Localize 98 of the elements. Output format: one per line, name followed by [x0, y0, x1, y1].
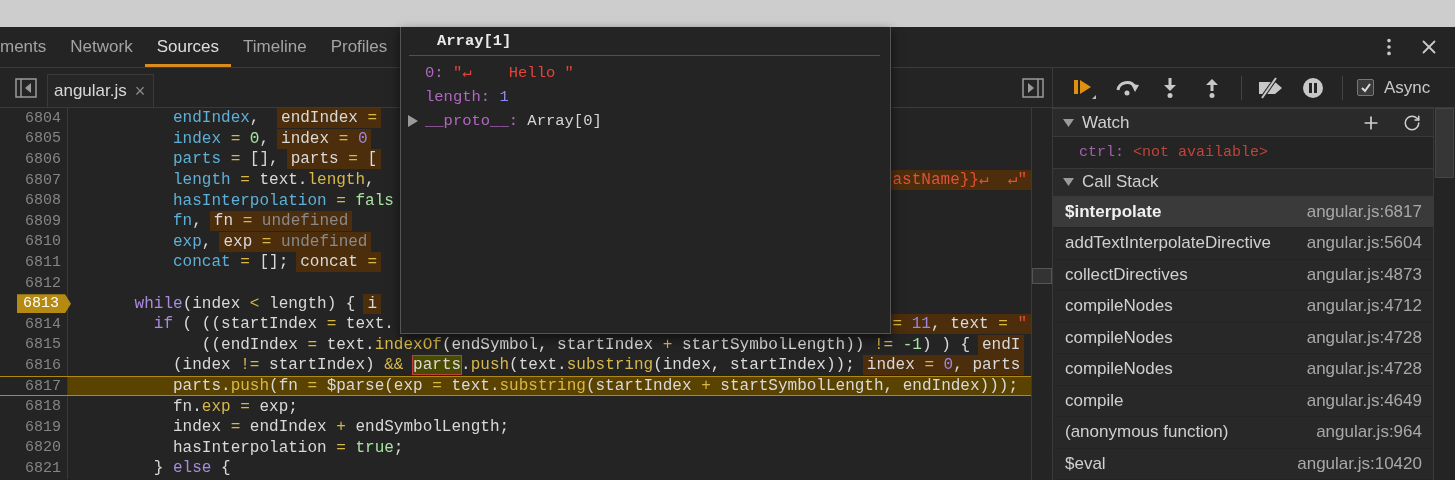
- hovered-token[interactable]: parts: [413, 356, 462, 375]
- line-number: 6820: [25, 439, 61, 457]
- line-number: 6818: [25, 398, 61, 416]
- code-text: endIndex,: [172, 109, 261, 128]
- source-location[interactable]: angular.js:4873: [1306, 264, 1422, 285]
- inline-value: index = 0, parts: [862, 355, 1025, 376]
- code-text: hasInterpolation = fals: [172, 191, 394, 210]
- call-stack-frame[interactable]: compileNodes angular.js:4712: [1053, 291, 1433, 323]
- popover-title: Array[1]: [436, 31, 512, 52]
- call-stack-frame[interactable]: compile angular.js:4649: [1053, 385, 1433, 417]
- line-number: 6807: [25, 171, 61, 189]
- source-location[interactable]: angular.js:6817: [1306, 201, 1422, 222]
- navigator-toggle-icon[interactable]: [15, 77, 37, 98]
- code-text: } else {: [152, 459, 231, 478]
- source-location[interactable]: angular.js:4712: [1306, 296, 1422, 317]
- inline-value: i: [363, 293, 382, 314]
- call-stack-frame[interactable]: compileNodes angular.js:4728: [1053, 322, 1433, 354]
- function-name: compile: [1065, 390, 1124, 411]
- expand-arrow-icon[interactable]: [408, 115, 418, 128]
- call-stack-frame[interactable]: collectDirectives angular.js:4873: [1053, 259, 1433, 291]
- section-title: Watch: [1082, 112, 1130, 133]
- property: __proto__: Array[0]: [425, 112, 602, 131]
- line-number: 6817: [25, 377, 61, 395]
- source-location[interactable]: angular.js:4728: [1306, 359, 1422, 380]
- panel-tab[interactable]: Profiles: [318, 27, 400, 67]
- inline-value: index = 0: [277, 128, 372, 149]
- line-number: 6811: [25, 253, 61, 271]
- panel-tab[interactable]: ments: [0, 27, 59, 67]
- function-name: $interpolate: [1065, 201, 1162, 222]
- file-tab[interactable]: angular.js ×: [47, 74, 155, 107]
- line-number: 6821: [25, 459, 61, 477]
- line-number: 6814: [25, 315, 61, 333]
- line-number: 6812: [25, 274, 61, 292]
- function-name: addTextInterpolateDirective: [1065, 233, 1271, 254]
- line-number: 6810: [25, 233, 61, 251]
- code-text: (index != startIndex) &&: [172, 356, 405, 375]
- line-number: 6815: [25, 336, 61, 354]
- code-text: .push(text.substring(index, startIndex));: [461, 356, 855, 375]
- expand-triangle-icon[interactable]: [1063, 117, 1074, 128]
- function-name: compileNodes: [1065, 296, 1173, 317]
- code-text: parts.push(fn = $parse(exp = text.substring(startIndex + startSymbolLength, endIndex)));: [172, 377, 1018, 395]
- watch-header[interactable]: Watch: [1053, 108, 1433, 137]
- code-text: index = 0,: [172, 129, 270, 148]
- scrollbar[interactable]: [1031, 108, 1052, 480]
- call-stack-frame[interactable]: (anonymous function) angular.js:964: [1053, 417, 1433, 449]
- code-text: exp,: [172, 232, 212, 251]
- section-title: Call Stack: [1082, 172, 1159, 192]
- code-text: length = text.length,: [172, 171, 375, 190]
- line-number: 6819: [25, 418, 61, 436]
- line-number: 6806: [25, 151, 61, 168]
- call-stack-frame[interactable]: compileNodes angular.js:4728: [1053, 354, 1433, 386]
- code-text: ((endIndex = text.indexOf(endSymbol, startIndex + startSymbolLength)) != -1) ) {: [200, 335, 970, 354]
- call-stack-frame[interactable]: $interpolate angular.js:6817: [1053, 196, 1433, 228]
- inline-value: endI: [978, 334, 1025, 355]
- expand-triangle-icon[interactable]: [1063, 177, 1074, 187]
- call-stack-header[interactable]: Call Stack: [1053, 167, 1433, 197]
- code-text: while(index < length) {: [133, 294, 356, 313]
- async-checkbox[interactable]: [1357, 79, 1374, 96]
- async-label: Async: [1384, 77, 1431, 98]
- source-location[interactable]: angular.js:964: [1316, 422, 1422, 443]
- code-text: if ( ((startIndex = text.: [152, 315, 394, 334]
- code-text: fn,: [172, 212, 202, 231]
- inline-value: fn = undefined: [209, 211, 353, 232]
- function-name: compileNodes: [1065, 359, 1173, 380]
- watch-expression: ctrl: <not available>: [1079, 143, 1269, 161]
- function-name: (anonymous function): [1065, 422, 1229, 443]
- property: 0: "↵ Hello ": [425, 62, 574, 82]
- line-number: 6809: [25, 212, 61, 230]
- line-number: 6805: [25, 130, 61, 148]
- function-name: collectDirectives: [1065, 264, 1188, 285]
- function-name: compileNodes: [1065, 327, 1173, 348]
- refresh-icon[interactable]: [1403, 113, 1421, 132]
- inline-value: = 11, text = ": [888, 314, 1031, 335]
- code-text: fn.exp = exp;: [172, 397, 298, 416]
- code-text: hasInterpolation = true;: [172, 438, 404, 457]
- panel-tab[interactable]: Sources: [144, 27, 232, 67]
- function-name: $eval: [1065, 453, 1106, 474]
- source-location[interactable]: angular.js:4728: [1306, 327, 1422, 348]
- panel-tab[interactable]: Timeline: [231, 27, 319, 67]
- inline-value: parts = [: [286, 149, 382, 170]
- call-stack-frame[interactable]: addTextInterpolateDirective angular.js:5604: [1053, 228, 1433, 260]
- inline-value: concat =: [296, 252, 382, 273]
- inline-value: exp = undefined: [219, 231, 372, 252]
- line-number: 6808: [25, 192, 61, 210]
- panel-tab[interactable]: Network: [58, 27, 145, 67]
- inline-value: endIndex =: [277, 108, 382, 129]
- source-location[interactable]: angular.js:10420: [1297, 453, 1422, 474]
- debugger-toggle-icon[interactable]: [1022, 77, 1044, 98]
- code-text: index = endIndex + endSymbolLength;: [172, 418, 510, 437]
- property: length: 1: [425, 87, 509, 106]
- source-location[interactable]: angular.js:4649: [1306, 390, 1422, 411]
- code-text: concat = [];: [172, 253, 289, 272]
- line-number: 6816: [25, 356, 61, 374]
- inline-value: astName}}↵ ↵": [888, 170, 1031, 191]
- code-text: parts = [],: [172, 150, 279, 169]
- source-location[interactable]: angular.js:5604: [1306, 233, 1422, 254]
- line-number: 6804: [25, 109, 61, 127]
- call-stack-frame[interactable]: $eval angular.js:10420: [1053, 448, 1433, 480]
